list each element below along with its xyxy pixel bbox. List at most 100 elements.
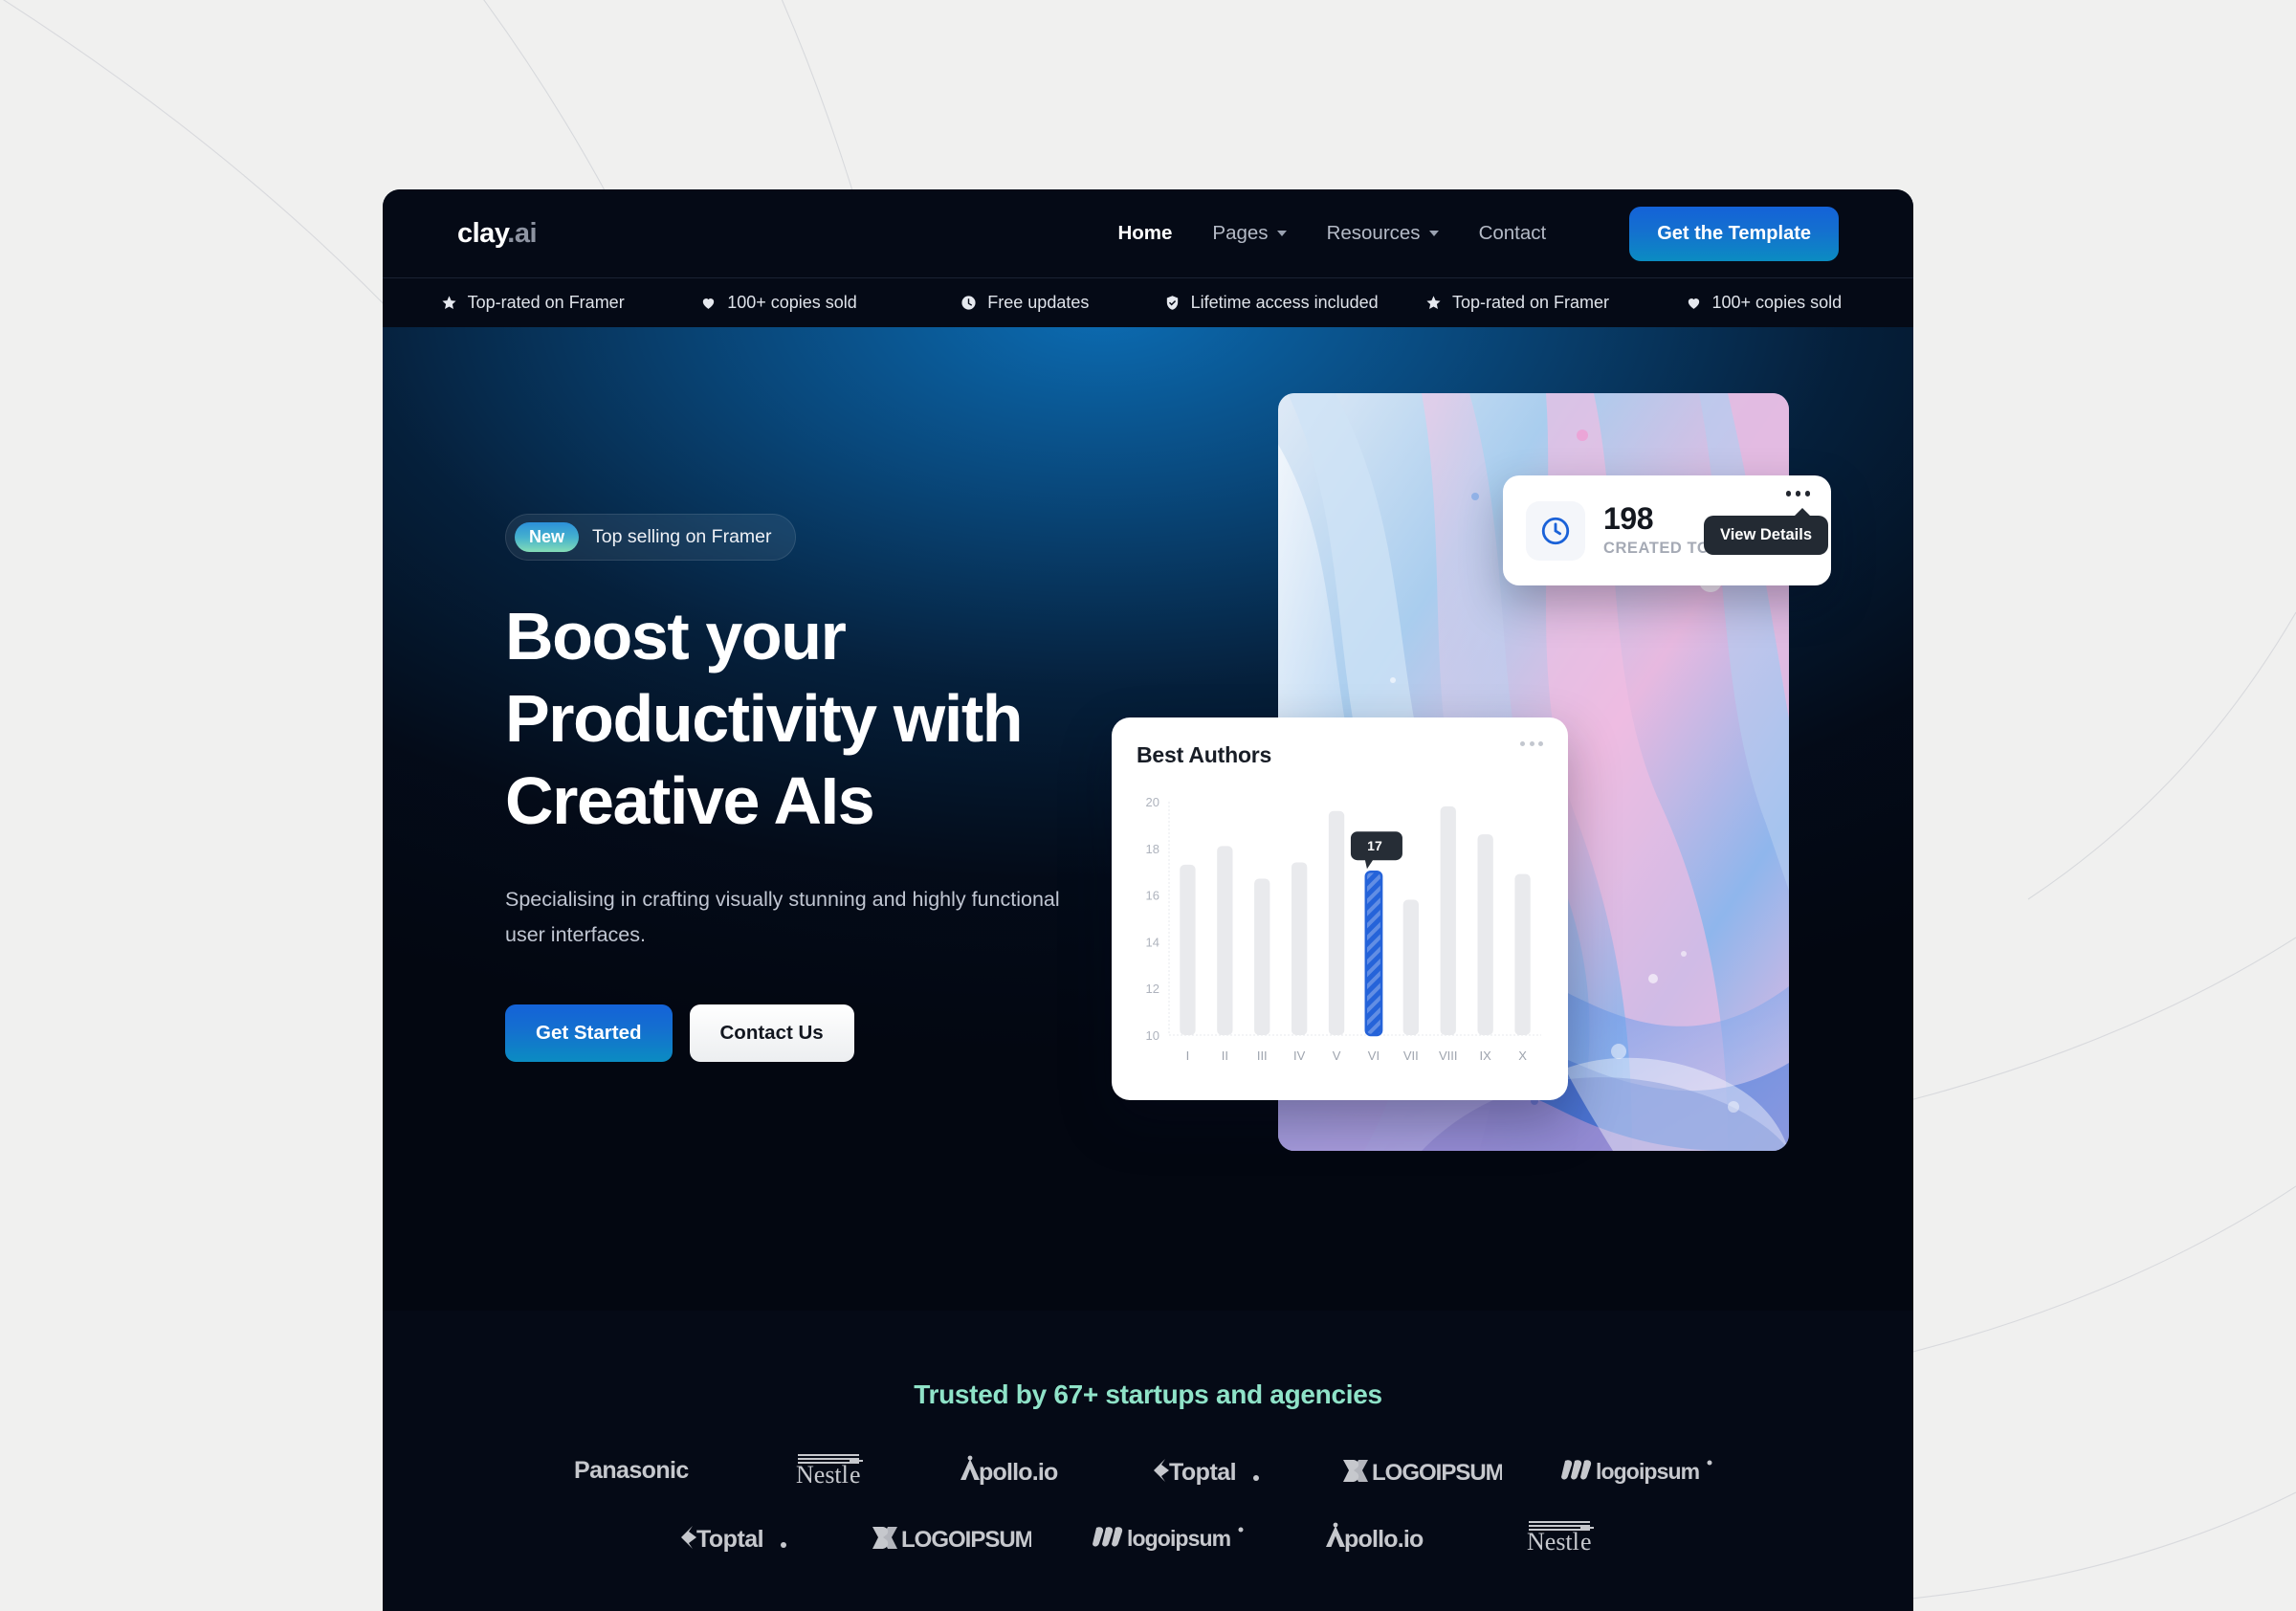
svg-text:Toptal: Toptal — [696, 1526, 763, 1553]
logo-panasonic: Panasonic — [574, 1448, 727, 1492]
ticker-item-label: Top-rated on Framer — [1451, 293, 1610, 312]
svg-text:pollo.io: pollo.io — [979, 1459, 1058, 1486]
hero-subtitle: Specialising in crafting visually stunni… — [505, 888, 1060, 946]
chart-bar[interactable] — [1254, 878, 1270, 1035]
y-axis-tick: 18 — [1146, 842, 1159, 856]
y-axis-tick: 10 — [1146, 1028, 1159, 1043]
chevron-down-icon — [1276, 231, 1287, 236]
brand-logo[interactable]: clay.ai — [457, 218, 538, 250]
x-axis-tick: III — [1257, 1048, 1268, 1063]
logo-logoipsum-lower: logoipsum — [1091, 1515, 1253, 1559]
x-axis-tick: VIII — [1439, 1048, 1458, 1063]
shield-check-icon — [1164, 295, 1181, 311]
nav-link-pages-label: Pages — [1212, 222, 1269, 244]
chevron-down-icon — [1428, 231, 1439, 236]
x-axis-tick: X — [1518, 1048, 1527, 1063]
logo-toptal: Toptal — [1148, 1448, 1282, 1492]
logo-logoipsum-caps: LOGOIPSUM — [869, 1515, 1031, 1559]
heart-icon — [700, 295, 717, 311]
get-the-template-button[interactable]: Get the Template — [1629, 206, 1839, 261]
x-axis-tick: V — [1333, 1048, 1341, 1063]
logo-logoipsum-caps: LOGOIPSUM — [1339, 1448, 1502, 1492]
svg-text:logoipsum: logoipsum — [1127, 1526, 1231, 1551]
logo-apollo-io: pollo.io — [1313, 1515, 1456, 1559]
nav-link-resources[interactable]: Resources — [1327, 222, 1439, 245]
svg-text:Nestl: Nestl — [796, 1461, 849, 1489]
hero-section: New Top selling on Framer Boost your Pro… — [383, 327, 1913, 1311]
y-axis-tick: 14 — [1146, 935, 1159, 949]
nav-link-pages[interactable]: Pages — [1212, 222, 1287, 245]
nav-links: Home Pages Resources Contact Get the Tem… — [1117, 206, 1839, 261]
star-icon — [1425, 295, 1442, 311]
svg-text:e: e — [850, 1461, 861, 1489]
svg-text:Panasonic: Panasonic — [574, 1457, 689, 1484]
trusted-by-section: Trusted by 67+ startups and agencies Pan… — [383, 1311, 1913, 1559]
ticker-item: 100+ copies sold — [1641, 293, 1887, 313]
ticker-item: Top-rated on Framer — [1394, 293, 1640, 313]
nav-link-home[interactable]: Home — [1117, 222, 1172, 245]
hero-badge[interactable]: New Top selling on Framer — [505, 514, 796, 561]
chart-tooltip-value: 17 — [1367, 838, 1382, 853]
x-axis-tick: II — [1222, 1048, 1228, 1063]
navbar: clay.ai Home Pages Resources Contact Get… — [383, 189, 1913, 277]
ticker-item-label: Free updates — [987, 293, 1090, 312]
hero-badge-tag: New — [515, 522, 580, 552]
ticker-item-label: Top-rated on Framer — [467, 293, 625, 312]
hero-actions: Get Started Contact Us — [505, 1004, 1137, 1062]
ticker-item: Lifetime access included — [1148, 293, 1394, 313]
best-authors-bar-chart: 20 18 16 14 12 10 I II III IV V VI 17 VII VIII IX X — [1137, 788, 1543, 1075]
x-axis-tick: VI — [1368, 1048, 1380, 1063]
star-icon — [441, 295, 457, 311]
logo-nestle: Nestl e — [1515, 1515, 1621, 1559]
logo-nestle: Nestl e — [784, 1448, 890, 1492]
chart-bar[interactable] — [1328, 810, 1345, 1035]
chart-bar[interactable] — [1291, 862, 1308, 1035]
chart-bar-highlighted[interactable] — [1364, 870, 1383, 1037]
chart-bar[interactable] — [1440, 806, 1456, 1035]
get-started-button[interactable]: Get Started — [505, 1004, 673, 1062]
more-horizontal-icon[interactable] — [1785, 491, 1810, 497]
ticker-item: Free updates — [902, 293, 1148, 313]
chart-bar[interactable] — [1180, 864, 1196, 1035]
svg-text:Toptal: Toptal — [1169, 1459, 1236, 1486]
svg-text:LOGOIPSUM: LOGOIPSUM — [901, 1527, 1031, 1553]
contact-us-button[interactable]: Contact Us — [689, 1004, 854, 1062]
x-axis-tick: IX — [1480, 1048, 1492, 1063]
svg-text:Nestl: Nestl — [1527, 1528, 1579, 1556]
logo-row-2: Toptal LOGOIPSUM logoipsum pollo.io Nest… — [383, 1515, 1913, 1559]
hero-copy: New Top selling on Framer Boost your Pro… — [505, 514, 1137, 1062]
page-title: Boost your Productivity with Creative AI… — [505, 599, 1024, 838]
svg-text:pollo.io: pollo.io — [1344, 1526, 1424, 1553]
svg-text:LOGOIPSUM: LOGOIPSUM — [1372, 1460, 1502, 1486]
ticker-item-label: 100+ copies sold — [727, 293, 857, 312]
logo-apollo-io: pollo.io — [947, 1448, 1091, 1492]
ticker-item-label: 100+ copies sold — [1711, 293, 1843, 312]
chart-title: Best Authors — [1137, 742, 1272, 767]
y-axis-tick: 20 — [1146, 795, 1159, 809]
hero-visual: 198 CREATED TODAY View Details Best Auth… — [1112, 393, 1831, 1151]
chart-bar[interactable] — [1477, 834, 1493, 1035]
logo-row-1: Panasonic Nestl e pollo.io Toptal LOGOIP… — [383, 1448, 1913, 1492]
chart-bar[interactable] — [1514, 873, 1531, 1035]
logo-toptal: Toptal — [675, 1515, 809, 1559]
svg-text:logoipsum: logoipsum — [1596, 1459, 1700, 1484]
x-axis-tick: I — [1186, 1048, 1190, 1063]
trusted-by-title: Trusted by 67+ startups and agencies — [914, 1379, 1382, 1409]
y-axis-tick: 12 — [1146, 982, 1159, 996]
more-horizontal-icon[interactable] — [1520, 741, 1543, 746]
ticker-item: Top-rated on Framer — [409, 293, 655, 313]
site-page-card: clay.ai Home Pages Resources Contact Get… — [383, 189, 1913, 1611]
view-details-tooltip[interactable]: View Details — [1704, 508, 1828, 555]
heart-icon — [1686, 295, 1702, 311]
nav-link-contact[interactable]: Contact — [1479, 222, 1547, 245]
hero-badge-label: Top selling on Framer — [592, 526, 772, 547]
x-axis-tick: VII — [1403, 1048, 1419, 1063]
created-today-card: 198 CREATED TODAY View Details — [1503, 475, 1831, 585]
chart-bar[interactable] — [1217, 846, 1233, 1035]
best-authors-card: Best Authors 20 18 16 14 12 10 I II III IV V VI 17 VI… — [1112, 717, 1568, 1100]
chart-tooltip: 17 — [1350, 831, 1402, 870]
nav-link-home-label: Home — [1117, 222, 1173, 244]
y-axis-tick: 16 — [1146, 889, 1159, 903]
chart-bar[interactable] — [1402, 899, 1420, 1035]
ticker-item: 100+ copies sold — [655, 293, 901, 313]
